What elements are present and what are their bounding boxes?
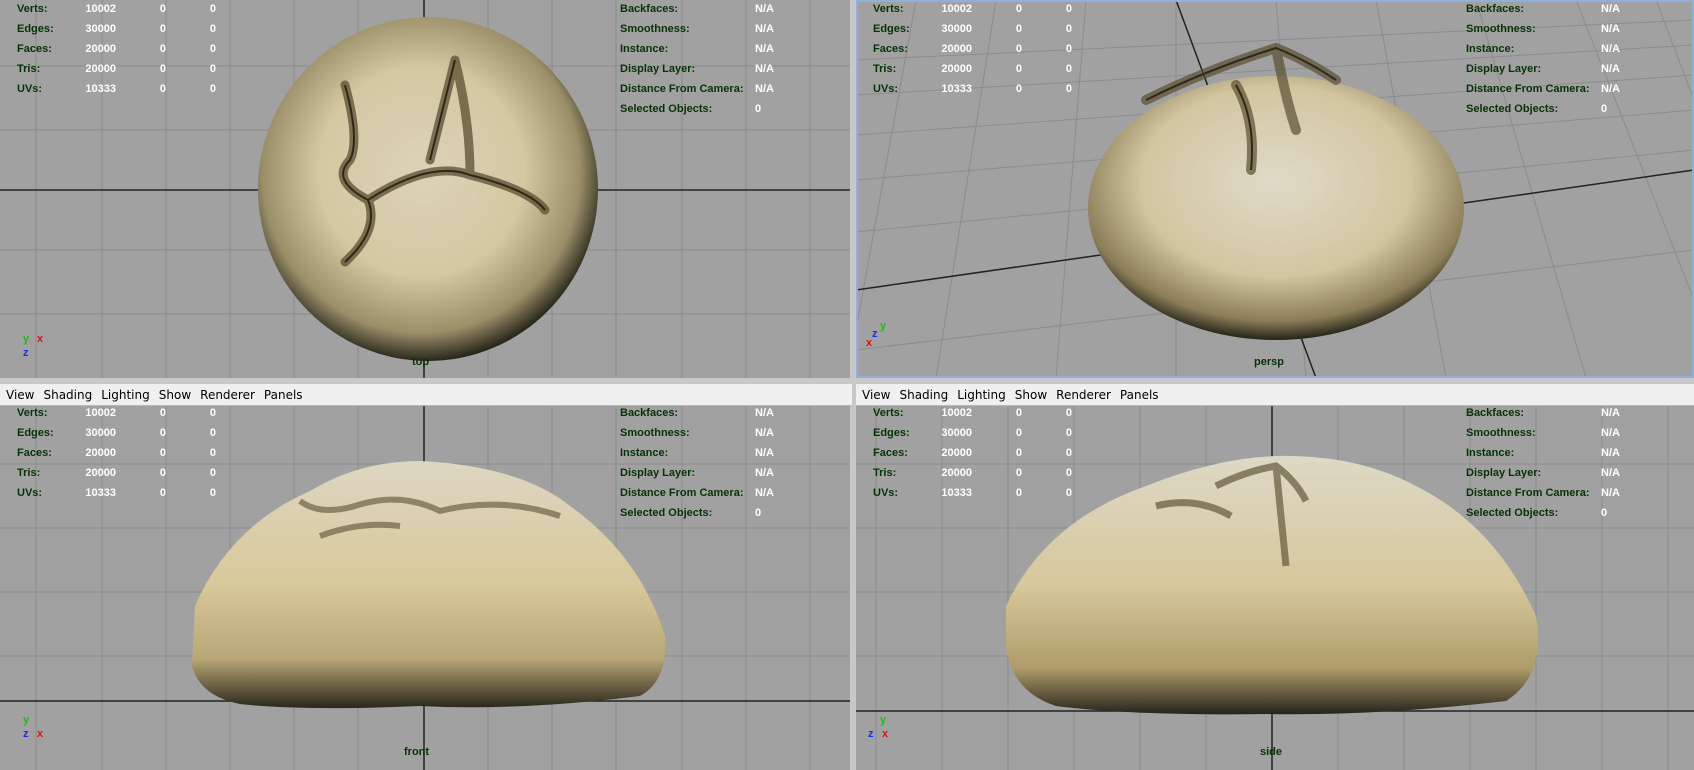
object-info-hud-top: Backfaces: N/A Smoothness: N/A Instance: N/… bbox=[620, 3, 774, 115]
axis-gizmo-front: y z x bbox=[23, 714, 44, 740]
viewport-persp[interactable]: Verts: 10002 0 0 Edges: 30000 0 0 Faces: 20000 0… bbox=[856, 0, 1694, 378]
menu-lighting[interactable]: Lighting bbox=[957, 388, 1006, 402]
hud-row-edges: Edges: 30000 0 0 bbox=[17, 23, 216, 35]
object-info-hud-front: Backfaces: N/A Smoothness: N/A Instance: N/… bbox=[620, 407, 774, 519]
poly-count-hud-persp: Verts: 10002 0 0 Edges: 30000 0 0 Faces: 20000 0… bbox=[873, 3, 1072, 95]
camera-label-front: front bbox=[404, 746, 430, 758]
viewport-pane-top[interactable]: Verts: 10002 0 0 Edges: 30000 0 0 Faces: 20000 0… bbox=[0, 0, 852, 378]
axis-gizmo-top: y x z bbox=[23, 333, 44, 359]
axis-gizmo-side: y z x bbox=[868, 714, 889, 740]
bread-model-front[interactable] bbox=[192, 461, 666, 709]
object-info-hud-persp: Backfaces: N/A Smoothness: N/A Instance: N/… bbox=[1466, 3, 1620, 115]
menu-lighting[interactable]: Lighting bbox=[101, 388, 150, 402]
bread-model-side[interactable] bbox=[1006, 455, 1538, 715]
menu-shading[interactable]: Shading bbox=[43, 388, 92, 402]
camera-label-side: side bbox=[1260, 746, 1283, 758]
menu-renderer[interactable]: Renderer bbox=[1056, 388, 1111, 402]
menu-show[interactable]: Show bbox=[1015, 388, 1047, 402]
menu-show[interactable]: Show bbox=[159, 388, 191, 402]
hud-row-uvs: UVs: 10333 0 0 bbox=[17, 83, 216, 95]
menu-shading[interactable]: Shading bbox=[899, 388, 948, 402]
camera-label-persp: persp bbox=[1254, 356, 1284, 368]
viewport-front[interactable]: Verts: 10002 0 0 Edges: 30000 0 0 Faces: 20000 0… bbox=[0, 406, 852, 770]
bread-model-top[interactable] bbox=[258, 17, 598, 361]
viewport-side[interactable]: Verts: 10002 0 0 Edges: 30000 0 0 Faces: 20000 0… bbox=[856, 406, 1694, 770]
hud-row-tris: Tris: 20000 0 0 bbox=[17, 63, 216, 75]
bread-model-persp[interactable] bbox=[1088, 76, 1464, 340]
poly-count-hud-front: Verts: 10002 0 0 Edges: 30000 0 0 Faces: 20000 0… bbox=[17, 407, 216, 499]
menu-view[interactable]: View bbox=[6, 388, 34, 402]
menu-panels[interactable]: Panels bbox=[264, 388, 303, 402]
poly-count-hud-side: Verts: 10002 0 0 Edges: 30000 0 0 Faces: 20000 0… bbox=[873, 407, 1072, 499]
viewport-pane-front[interactable]: View Shading Lighting Show Renderer Pane… bbox=[0, 384, 852, 770]
hud-row-faces: Faces: 20000 0 0 bbox=[17, 43, 216, 55]
camera-label-top: top bbox=[412, 356, 430, 368]
object-info-hud-side: Backfaces: N/A Smoothness: N/A Instance: N/… bbox=[1466, 407, 1620, 519]
menu-view[interactable]: View bbox=[862, 388, 890, 402]
menu-renderer[interactable]: Renderer bbox=[200, 388, 255, 402]
viewport-pane-side[interactable]: View Shading Lighting Show Renderer Pane… bbox=[856, 384, 1694, 770]
viewport-top[interactable]: Verts: 10002 0 0 Edges: 30000 0 0 Faces: 20000 0… bbox=[0, 0, 852, 378]
poly-count-hud-top: Verts: 10002 0 0 Edges: 30000 0 0 Faces: 20000 0… bbox=[17, 0, 216, 99]
hud-row-verts: Verts: 10002 0 0 bbox=[17, 3, 216, 15]
menu-panels[interactable]: Panels bbox=[1120, 388, 1159, 402]
axis-gizmo-persp: y z x bbox=[866, 320, 887, 349]
viewport-pane-persp[interactable]: Verts: 10002 0 0 Edges: 30000 0 0 Faces: 20000 0… bbox=[856, 0, 1694, 378]
